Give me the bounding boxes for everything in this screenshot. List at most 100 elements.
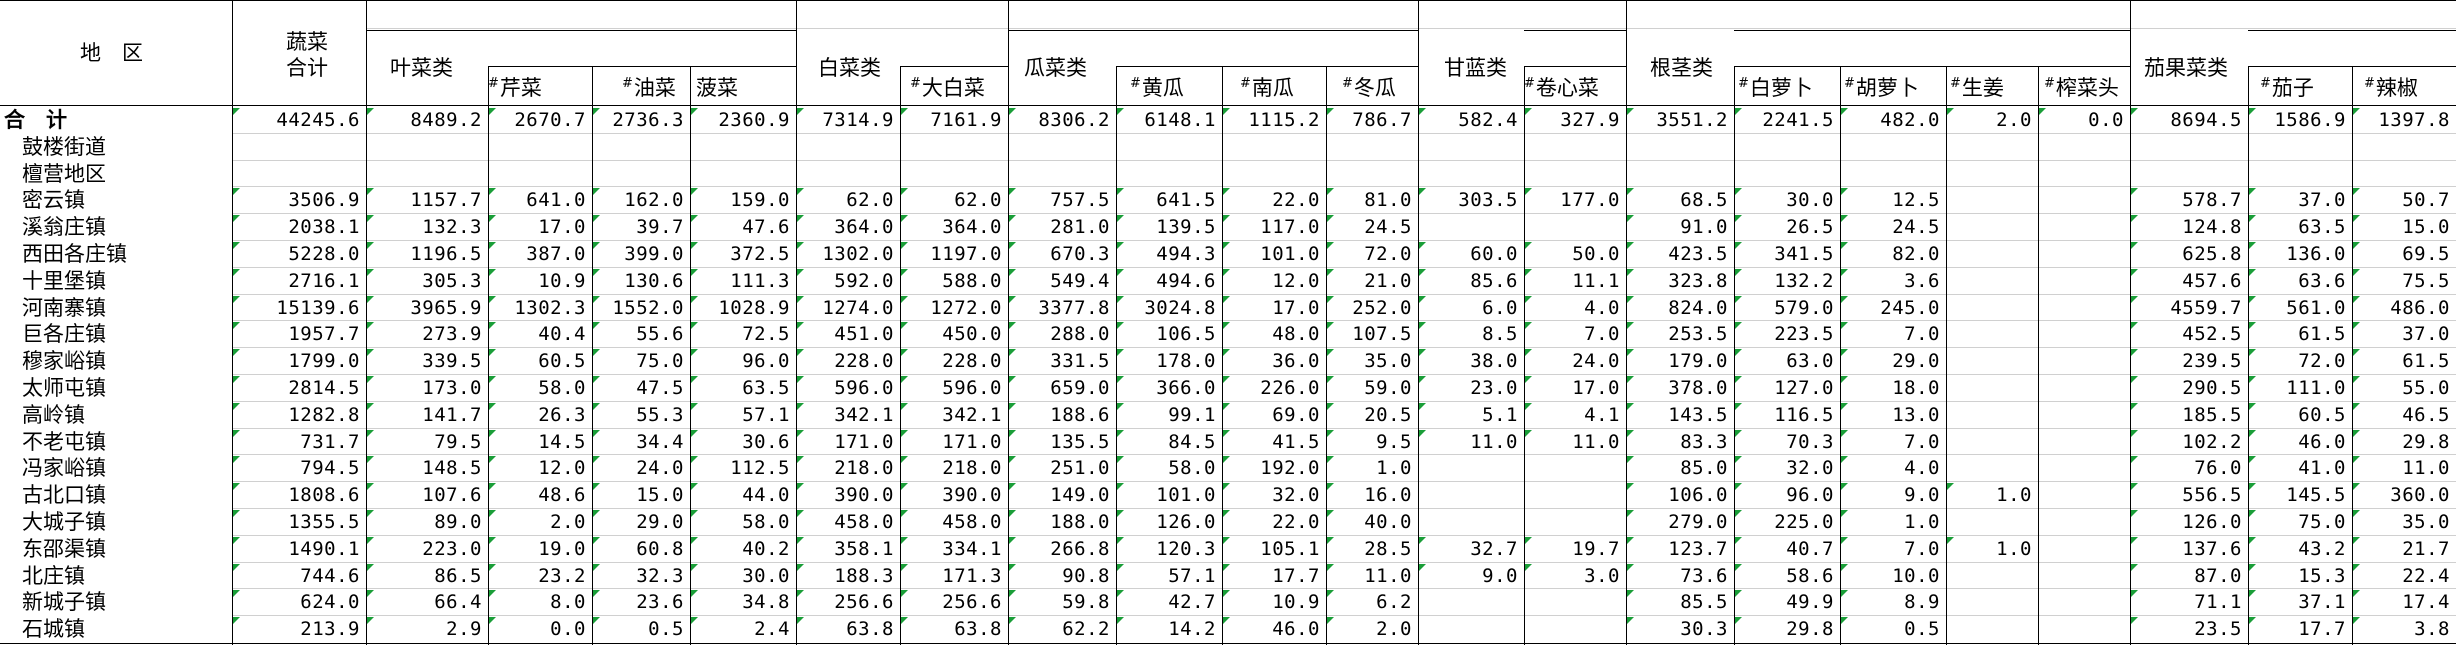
table-cell: 579.0: [1774, 296, 1834, 319]
grid-line-group-leafy: [366, 30, 796, 31]
table-cell: 253.5: [1668, 323, 1728, 346]
table-cell: 24.5: [1364, 216, 1412, 239]
table-cell: 58.6: [1786, 564, 1834, 587]
table-cell: 561.0: [2286, 296, 2346, 319]
table-cell: 3024.8: [1144, 296, 1216, 319]
table-cell: 8694.5: [2170, 109, 2242, 131]
table-cell: 79.5: [434, 430, 482, 453]
table-cell: 135.5: [1050, 430, 1110, 453]
table-cell: 21.7: [2402, 537, 2450, 560]
table-cell: 3.8: [2414, 618, 2450, 641]
header-group-melon: 瓜菜类: [1024, 56, 1087, 80]
table-cell: 10.9: [538, 269, 586, 292]
table-cell: 126.0: [1156, 511, 1216, 533]
table-cell: 13.0: [1892, 403, 1940, 426]
table-cell: 63.8: [846, 618, 894, 641]
table-cell: 132.2: [1774, 269, 1834, 292]
table-cell: 288.0: [1050, 323, 1110, 346]
grid-line-group-fruit: [2248, 30, 2456, 31]
table-cell: 188.3: [834, 564, 894, 587]
table-cell: 117.0: [1260, 216, 1320, 239]
table-cell: 1302.0: [822, 243, 894, 265]
table-cell: 50.7: [2402, 189, 2450, 212]
table-cell: 26.3: [538, 403, 586, 426]
table-cell: 60.5: [538, 350, 586, 373]
spreadsheet: 地 区 蔬菜 合计 叶菜类 白菜类 瓜菜类 甘蓝类 根茎类 茄果菜类 #芹菜 #…: [0, 0, 2456, 645]
table-cell: 372.5: [730, 243, 790, 265]
table-cell: 30.3: [1680, 618, 1728, 641]
table-cell: 137.6: [2182, 537, 2242, 560]
table-cell: 11.0: [1364, 564, 1412, 587]
table-cell: 7.0: [1904, 537, 1940, 560]
table-cell: 213.9: [300, 618, 360, 641]
table-cell: 47.6: [742, 216, 790, 239]
table-cell: 6.0: [1482, 296, 1518, 319]
region-label: 太师屯镇: [22, 376, 106, 400]
table-cell: 44245.6: [276, 109, 360, 131]
table-cell: 123.7: [1668, 537, 1728, 560]
grid-line-row: [232, 347, 2456, 349]
grid-line-row: [232, 400, 2456, 402]
region-label: 大城子镇: [22, 510, 106, 534]
header-group-leafy: 叶菜类: [390, 56, 453, 80]
table-cell: 107.6: [422, 484, 482, 507]
table-cell: 46.0: [2298, 430, 2346, 453]
region-label: 北庄镇: [22, 563, 85, 588]
table-cell: 32.0: [1786, 457, 1834, 480]
table-cell: 305.3: [422, 269, 482, 292]
table-cell: 30.0: [742, 564, 790, 587]
table-cell: 1.0: [1996, 484, 2032, 507]
table-cell: 85.5: [1680, 591, 1728, 614]
table-cell: 744.6: [300, 564, 360, 587]
table-cell: 63.5: [742, 377, 790, 399]
table-cell: 82.0: [1892, 243, 1940, 265]
table-cell: 179.0: [1668, 350, 1728, 373]
table-cell: 2360.9: [718, 109, 790, 131]
table-cell: 17.0: [1272, 296, 1320, 319]
header-sub-chinese-cabbage: #大白菜: [910, 76, 985, 100]
table-cell: 0.5: [1904, 618, 1940, 641]
header-sub-cucumber: #黄瓜: [1130, 76, 1184, 100]
table-cell: 84.5: [1168, 430, 1216, 453]
table-cell: 55.6: [636, 323, 684, 346]
table-cell: 366.0: [1156, 377, 1216, 399]
table-cell: 83.3: [1680, 430, 1728, 453]
total-row-label: 合 计: [4, 108, 67, 132]
grid-line-header-light: [366, 28, 2456, 29]
table-cell: 60.8: [636, 537, 684, 560]
grid-line-row: [232, 186, 2456, 188]
table-cell: 29.8: [1786, 618, 1834, 641]
table-cell: 32.3: [636, 564, 684, 587]
table-cell: 423.5: [1668, 243, 1728, 265]
table-cell: 29.0: [636, 511, 684, 533]
table-cell: 4.1: [1584, 403, 1620, 426]
grid-line-row: [232, 374, 2456, 375]
table-cell: 49.9: [1786, 591, 1834, 614]
table-cell: 1196.5: [410, 243, 482, 265]
table-cell: 171.0: [942, 430, 1002, 453]
table-cell: 11.1: [1572, 269, 1620, 292]
table-cell: 3506.9: [288, 189, 360, 212]
region-label: 古北口镇: [22, 483, 106, 508]
table-cell: 5.1: [1482, 403, 1518, 426]
header-sub-wax-gourd: #冬瓜: [1342, 76, 1396, 100]
grid-line-row: [232, 240, 2456, 241]
table-cell: 228.0: [834, 350, 894, 373]
table-cell: 7.0: [1904, 430, 1940, 453]
table-cell: 23.6: [636, 591, 684, 614]
grid-line-row: [232, 481, 2456, 483]
table-cell: 61.5: [2402, 350, 2450, 373]
table-cell: 786.7: [1352, 109, 1412, 131]
table-cell: 58.0: [538, 377, 586, 399]
table-cell: 578.7: [2182, 189, 2242, 212]
table-cell: 458.0: [834, 511, 894, 533]
table-cell: 72.0: [2298, 350, 2346, 373]
table-cell: 399.0: [624, 243, 684, 265]
header-sub-radish: #白萝卜: [1738, 76, 1813, 100]
table-cell: 22.0: [1272, 511, 1320, 533]
region-label: 不老屯镇: [22, 429, 106, 454]
table-cell: 17.7: [1272, 564, 1320, 587]
table-cell: 226.0: [1260, 377, 1320, 399]
table-cell: 149.0: [1050, 484, 1110, 507]
table-cell: 28.5: [1364, 537, 1412, 560]
